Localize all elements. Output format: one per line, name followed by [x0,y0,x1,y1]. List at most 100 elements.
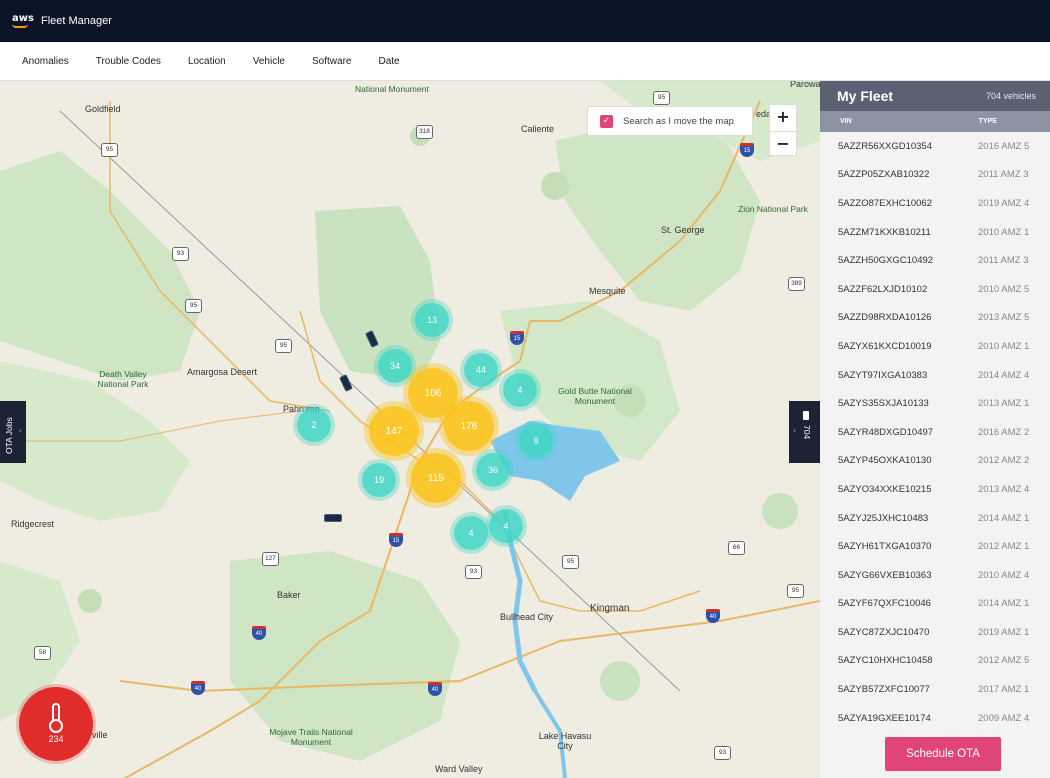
fleet-map[interactable]: Goldfield Caliente St. George Mesquite A… [0,81,820,778]
fleet-panel: My Fleet 704 vehicles VIN TYPE 5AZZR56XX… [820,81,1050,778]
vehicle-cluster[interactable]: 9 [519,424,553,458]
park-gold-butte: Gold Butte National Monument [558,386,632,406]
fleet-row[interactable]: 5AZYF67QXFC10046 2014 AMZ 1 [820,590,1050,619]
fleet-row[interactable]: 5AZYT97IXGA10383 2014 AMZ 4 [820,361,1050,390]
hwy-shield: 93 [172,247,189,261]
vin-cell: 5AZYG66VXEB10363 [838,569,932,581]
filter-trouble-codes[interactable]: Trouble Codes [96,56,161,67]
hwy-shield: 93 [714,746,731,760]
fleet-row[interactable]: 5AZZM71KXKB10211 2010 AMZ 1 [820,218,1050,247]
checkbox-checked-icon[interactable]: ✓ [600,114,613,128]
vin-cell: 5AZZR56XXGD10354 [838,140,932,152]
place-parowan: Parowa [790,81,820,89]
fleet-row[interactable]: 5AZZR56XXGD10354 2016 AMZ 5 [820,132,1050,161]
vehicle-cluster[interactable]: 2 [297,408,331,442]
vehicle-icon [803,411,809,420]
filter-bar: Anomalies Trouble Codes Location Vehicle… [0,42,1050,81]
temperature-alert-button[interactable]: 234 [19,687,93,761]
place-bullhead-city: Bullhead City [500,612,554,622]
place-caliente: Caliente [521,124,555,134]
park-mojave-trails: Mojave Trails National Monument [269,727,353,747]
interstate-shield: 15 [740,143,754,157]
vin-cell: 5AZYP45OXKA10130 [838,455,932,467]
fleet-row[interactable]: 5AZYR48DXGD10497 2016 AMZ 2 [820,418,1050,447]
vin-cell: 5AZYS35SXJA10133 [838,398,929,410]
vehicle-cluster[interactable]: 13 [415,303,449,337]
fleet-row[interactable]: 5AZYX61KXCD10019 2010 AMZ 1 [820,332,1050,361]
fleet-row[interactable]: 5AZYH61TXGA10370 2012 AMZ 1 [820,532,1050,561]
aws-logo[interactable]: aws [12,14,34,28]
interstate-shield: 40 [252,626,266,640]
type-cell: 2014 AMZ 1 [978,598,1030,610]
vin-cell: 5AZZF62LXJD10102 [838,283,928,295]
type-cell: 2016 AMZ 5 [978,140,1030,152]
search-as-move-control[interactable]: ✓ Search as I move the map [587,106,753,136]
vehicle-cluster-large[interactable]: 176 [444,401,494,451]
fleet-row[interactable]: 5AZZH50GXGC10492 2011 AMZ 3 [820,246,1050,275]
interstate-shield: 40 [706,609,720,623]
hwy-shield: 58 [34,646,51,660]
fleet-row[interactable]: 5AZZO87EXHC10062 2019 AMZ 4 [820,189,1050,218]
ota-jobs-label: OTA Jobs [4,417,14,454]
fleet-row[interactable]: 5AZYC87ZXJC10470 2019 AMZ 1 [820,618,1050,647]
vehicle-cluster[interactable]: 36 [476,453,510,487]
fleet-row[interactable]: 5AZYJ25JXHC10483 2014 AMZ 1 [820,504,1050,533]
fleet-tab-count: 704 [802,425,812,440]
fleet-row[interactable]: 5AZZP05ZXAB10322 2011 AMZ 3 [820,161,1050,190]
vehicle-cluster[interactable]: 19 [362,463,396,497]
col-vin[interactable]: VIN [840,118,852,125]
vin-cell: 5AZYC87ZXJC10470 [838,626,930,638]
fleet-row[interactable]: 5AZYS35SXJA10133 2013 AMZ 1 [820,389,1050,418]
vehicle-cluster[interactable]: 4 [503,373,537,407]
vehicle-cluster-large[interactable]: 147 [369,406,419,456]
vin-cell: 5AZZO87EXHC10062 [838,197,932,209]
vin-cell: 5AZYF67QXFC10046 [838,598,931,610]
hwy-shield: 95 [101,143,118,157]
vin-cell: 5AZZH50GXGC10492 [838,255,934,267]
type-cell: 2013 AMZ 5 [978,312,1030,324]
filter-date[interactable]: Date [378,56,399,67]
vehicle-cluster[interactable]: 4 [489,509,523,543]
type-cell: 2010 AMZ 1 [978,226,1030,238]
filter-anomalies[interactable]: Anomalies [22,56,69,67]
col-type[interactable]: TYPE [979,118,997,125]
fleet-row[interactable]: 5AZYA19GXEE10174 2009 AMZ 4 [820,704,1050,733]
vehicle-cluster[interactable]: 44 [464,353,498,387]
fleet-row[interactable]: 5AZYG66VXEB10363 2010 AMZ 4 [820,561,1050,590]
vehicle-marker[interactable] [324,514,342,522]
place-ridgecrest: Ridgecrest [11,519,55,529]
fleet-collapse-tab[interactable]: ‹ 704 [789,401,820,463]
type-cell: 2010 AMZ 5 [978,283,1030,295]
vin-cell: 5AZYT97IXGA10383 [838,369,928,381]
vin-cell: 5AZYO34XXKE10215 [838,483,932,495]
zoom-in-button[interactable]: + [770,105,796,131]
zoom-out-button[interactable]: − [770,131,796,157]
fleet-row[interactable]: 5AZZF62LXJD10102 2010 AMZ 5 [820,275,1050,304]
app-title: Fleet Manager [41,15,112,27]
schedule-ota-button[interactable]: Schedule OTA [885,737,1001,771]
filter-vehicle[interactable]: Vehicle [253,56,285,67]
vin-cell: 5AZYH61TXGA10370 [838,541,932,553]
type-cell: 2012 AMZ 5 [978,655,1030,667]
zoom-control: + − [769,104,797,156]
park-death-valley: Death Valley National Park [97,369,149,389]
type-cell: 2019 AMZ 1 [978,626,1030,638]
vehicle-cluster[interactable]: 4 [454,516,488,550]
fleet-row[interactable]: 5AZZD98RXDA10126 2013 AMZ 5 [820,304,1050,333]
interstate-shield: 15 [510,331,524,345]
type-cell: 2017 AMZ 1 [978,684,1030,696]
filter-software[interactable]: Software [312,56,351,67]
park-national-monument: National Monument [355,84,429,94]
ota-jobs-tab[interactable]: OTA Jobs › [0,401,26,463]
type-cell: 2009 AMZ 4 [978,712,1030,724]
fleet-row[interactable]: 5AZYC10HXHC10458 2012 AMZ 5 [820,647,1050,676]
filter-location[interactable]: Location [188,56,226,67]
vin-cell: 5AZYJ25JXHC10483 [838,512,929,524]
fleet-row[interactable]: 5AZYO34XXKE10215 2013 AMZ 4 [820,475,1050,504]
aws-smile-icon [12,24,28,28]
vehicle-cluster-large[interactable]: 115 [411,453,461,503]
vehicle-cluster[interactable]: 34 [378,349,412,383]
vin-cell: 5AZYA19GXEE10174 [838,712,931,724]
fleet-row[interactable]: 5AZYP45OXKA10130 2012 AMZ 2 [820,447,1050,476]
fleet-row[interactable]: 5AZYB57ZXFC10077 2017 AMZ 1 [820,675,1050,704]
